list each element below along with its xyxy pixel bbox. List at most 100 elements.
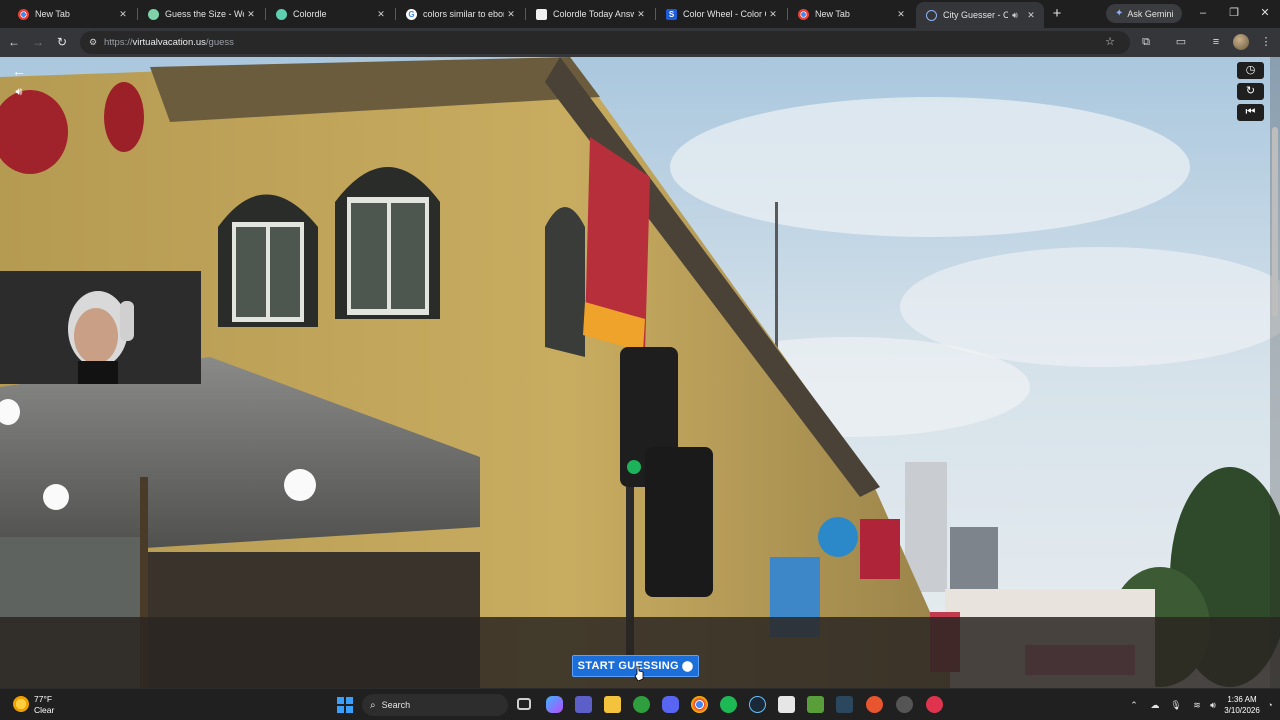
- clock-time: 1:36 AM: [1227, 695, 1257, 704]
- webcam-overlay: [0, 271, 201, 384]
- microphone-icon[interactable]: 🎙︎: [1170, 698, 1182, 712]
- tab-new-tab-2[interactable]: New Tab ✕: [788, 2, 914, 26]
- steam-2-icon[interactable]: [836, 696, 853, 713]
- tab-colors-similar[interactable]: G colors similar to ebony ✕: [396, 2, 524, 26]
- timer-icon[interactable]: ◷: [1237, 62, 1264, 79]
- tab-label: colors similar to ebony: [423, 9, 504, 19]
- close-window-icon[interactable]: ✕: [1257, 5, 1273, 21]
- store-icon[interactable]: [778, 696, 795, 713]
- gemini-icon: ✦: [1115, 8, 1124, 19]
- scrollbar-thumb[interactable]: [1272, 127, 1278, 317]
- gemini-label: Ask Gemini: [1127, 8, 1174, 19]
- tab-new-tab-1[interactable]: New Tab ✕: [8, 2, 136, 26]
- minecraft-icon[interactable]: [807, 696, 824, 713]
- chrome-taskbar-icon[interactable]: [691, 696, 708, 713]
- back-arrow-icon[interactable]: ←: [10, 62, 28, 80]
- discord-icon[interactable]: [662, 696, 679, 713]
- weather-icon[interactable]: [13, 696, 29, 712]
- page-icon: [536, 8, 547, 20]
- steam-icon[interactable]: [749, 696, 766, 713]
- speaker-icon[interactable]: 🔊︎: [1008, 8, 1022, 22]
- app-icon[interactable]: [896, 696, 913, 713]
- site-info-icon[interactable]: ⚙: [86, 36, 100, 49]
- browser-toolbar: ← → ↻ ⚙ https://virtualvacation.us/guess…: [0, 28, 1280, 57]
- street-view-viewport[interactable]: ← 🔊︎ ◷ ↻ ⏮ START GUESSING ⬤: [0, 57, 1280, 688]
- minimize-icon[interactable]: –: [1195, 5, 1211, 21]
- extensions-icon[interactable]: ⧉: [1138, 34, 1154, 50]
- address-bar[interactable]: ⚙ https://virtualvacation.us/guess ☆: [80, 31, 1130, 54]
- close-icon[interactable]: ✕: [374, 7, 388, 21]
- close-icon[interactable]: ✕: [634, 7, 648, 21]
- sound-icon[interactable]: 🔊︎: [10, 83, 28, 101]
- obs-icon[interactable]: [866, 696, 883, 713]
- tab-label: City Guesser - Can: [943, 10, 1008, 20]
- weather-condition[interactable]: Clear: [34, 705, 54, 715]
- close-icon[interactable]: ✕: [244, 7, 258, 21]
- globe-icon: [926, 9, 937, 21]
- cast-icon[interactable]: ▭: [1173, 34, 1189, 50]
- ask-gemini-button[interactable]: ✦ Ask Gemini: [1106, 4, 1183, 23]
- tab-label: New Tab: [35, 9, 70, 19]
- tab-strip: New Tab ✕ Guess the Size - Worldl ✕ Colo…: [0, 0, 1280, 28]
- webcam-image: [0, 271, 201, 384]
- url-text[interactable]: https://virtualvacation.us/guess: [104, 37, 234, 48]
- task-view-icon[interactable]: [517, 698, 531, 710]
- close-icon[interactable]: ✕: [766, 7, 780, 21]
- xbox-icon[interactable]: [633, 696, 650, 713]
- wifi-icon[interactable]: ≋: [1191, 698, 1203, 712]
- tab-label: Color Wheel - Color Ca: [683, 9, 766, 19]
- windows-start-icon[interactable]: [337, 697, 353, 713]
- system-clock[interactable]: 1:36 AM 3/10/2026: [1222, 694, 1262, 716]
- restore-icon[interactable]: ❐: [1226, 5, 1242, 21]
- url-host: virtualvacation.us: [132, 37, 206, 48]
- file-explorer-icon[interactable]: [604, 696, 621, 713]
- back-icon[interactable]: ←: [6, 34, 22, 50]
- start-guessing-label: START GUESSING: [577, 660, 679, 672]
- tab-label: Colordle Today Answe: [553, 9, 634, 19]
- profile-avatar[interactable]: [1233, 34, 1249, 50]
- search-placeholder: Search: [381, 700, 411, 710]
- chrome-icon: [18, 8, 29, 20]
- tab-guess-the-size[interactable]: Guess the Size - Worldl ✕: [138, 2, 264, 26]
- colordle-icon: [276, 8, 287, 20]
- notification-icon[interactable]: ◔: [1264, 698, 1276, 712]
- network-app-icon[interactable]: ☁: [1149, 698, 1161, 712]
- reading-list-icon[interactable]: ≡: [1208, 34, 1224, 50]
- mouse-cursor-icon: [634, 666, 644, 681]
- taskbar-search[interactable]: ⌕ Search: [362, 694, 508, 716]
- tab-colordle-answer[interactable]: Colordle Today Answe ✕: [526, 2, 654, 26]
- map-pin-icon: ⬤: [681, 660, 694, 672]
- reload-icon[interactable]: ↻: [54, 34, 70, 50]
- close-icon[interactable]: ✕: [504, 7, 518, 21]
- close-icon[interactable]: ✕: [894, 7, 908, 21]
- refresh-icon[interactable]: ↻: [1237, 83, 1264, 100]
- chevron-up-icon[interactable]: ⌃: [1128, 698, 1140, 712]
- tab-colordle[interactable]: Colordle ✕: [266, 2, 394, 26]
- tab-city-guesser[interactable]: City Guesser - Can 🔊︎ ✕: [916, 2, 1044, 28]
- new-tab-button[interactable]: +: [1048, 5, 1066, 23]
- menu-icon[interactable]: ⋮: [1258, 34, 1274, 50]
- page-scrollbar[interactable]: [1270, 57, 1280, 688]
- search-icon: ⌕: [370, 699, 376, 711]
- forward-icon[interactable]: →: [30, 34, 46, 50]
- clock-date: 3/10/2026: [1224, 706, 1260, 715]
- color-wheel-icon: S: [666, 8, 677, 20]
- close-icon[interactable]: ✕: [116, 7, 130, 21]
- url-scheme: https://: [104, 37, 133, 48]
- tab-color-wheel[interactable]: S Color Wheel - Color Ca ✕: [656, 2, 786, 26]
- copilot-icon[interactable]: [546, 696, 563, 713]
- google-icon: G: [406, 8, 417, 20]
- bookmark-star-icon[interactable]: ☆: [1102, 34, 1118, 50]
- worldle-icon: [148, 8, 159, 20]
- weather-temperature[interactable]: 77°F: [34, 694, 52, 704]
- url-path: /guess: [205, 37, 234, 48]
- tab-label: Guess the Size - Worldl: [165, 9, 244, 19]
- tab-label: New Tab: [815, 9, 850, 19]
- record-icon[interactable]: [926, 696, 943, 713]
- windows-taskbar: 77°F Clear ⌕ Search ⌃ ☁ 🎙︎ ≋ 🔊︎ 1:36 AM …: [0, 688, 1280, 720]
- close-icon[interactable]: ✕: [1024, 8, 1038, 22]
- skip-back-icon[interactable]: ⏮: [1237, 104, 1264, 121]
- volume-icon[interactable]: 🔊︎: [1207, 698, 1219, 712]
- teams-icon[interactable]: [575, 696, 592, 713]
- spotify-icon[interactable]: [720, 696, 737, 713]
